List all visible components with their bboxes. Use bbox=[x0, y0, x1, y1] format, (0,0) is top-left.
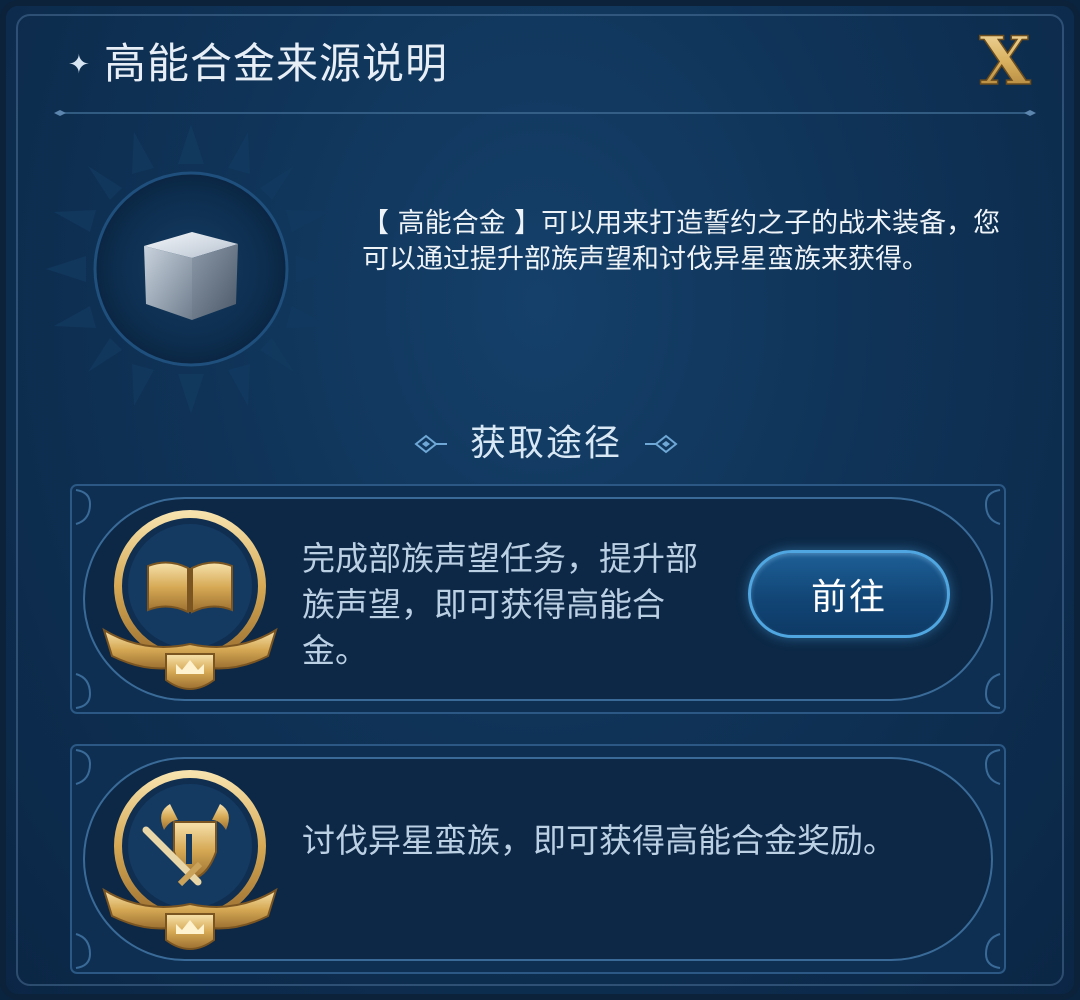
section-header: 获取途径 bbox=[6, 416, 1074, 472]
item-description: 【 高能合金 】可以用来打造誓约之子的战术装备，您可以通过提升部族声望和讨伐异星… bbox=[362, 208, 1001, 275]
sparkle-icon: ✦ bbox=[68, 50, 90, 80]
horned-helmet-sword-badge-icon bbox=[102, 770, 278, 950]
item-icon-frame bbox=[46, 124, 336, 414]
header-divider bbox=[54, 110, 1036, 116]
dialog-title: 高能合金来源说明 bbox=[104, 39, 449, 88]
method-description: 完成部族声望任务，提升部族声望，即可获得高能合金。 bbox=[302, 539, 698, 670]
source-dialog: ✦ 高能合金来源说明 X 【 高能合金 】可以用来打造誓约之子的战术装备，您可以… bbox=[0, 0, 1080, 1000]
metal-cube-icon bbox=[46, 124, 336, 414]
method-card: 完成部族声望任务，提升部族声望，即可获得高能合金。 前往 bbox=[70, 484, 1006, 714]
book-badge-icon bbox=[102, 510, 278, 690]
method-card: 讨伐异星蛮族，即可获得高能合金奖励。 bbox=[70, 744, 1006, 974]
diamond-ornament-icon bbox=[645, 434, 678, 454]
section-title: 获取途径 bbox=[469, 423, 622, 464]
close-label: X bbox=[979, 28, 1031, 94]
goto-button[interactable]: 前往 bbox=[748, 550, 950, 638]
close-button[interactable]: X bbox=[966, 28, 1044, 94]
diamond-ornament-icon bbox=[414, 434, 447, 454]
close-x-icon: X bbox=[979, 28, 1033, 94]
method-description: 讨伐异星蛮族，即可获得高能合金奖励。 bbox=[302, 821, 896, 860]
